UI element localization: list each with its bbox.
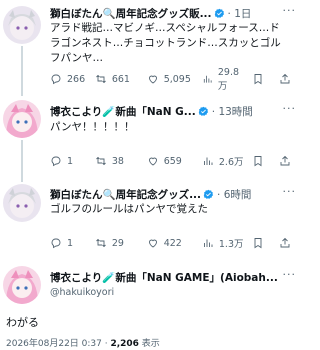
tweet-time[interactable]: · 6時間 — [217, 187, 251, 202]
retweet-count: 38 — [111, 155, 124, 167]
like-icon — [148, 239, 157, 248]
like-button[interactable]: 5,095 — [147, 73, 198, 85]
tweet-text: アラド戦記…マビノギ…スペシャルフォース…ドラゴンネスト…チョコットランド…スカ… — [50, 22, 281, 64]
retweet-button[interactable]: 29 — [95, 237, 141, 249]
like-icon — [148, 157, 157, 166]
views-count: 2.6万 — [218, 157, 244, 168]
views-icon — [203, 239, 213, 247]
views-count: 1.3万 — [218, 239, 244, 250]
reply-icon — [51, 156, 61, 167]
more-icon[interactable]: ··· — [283, 185, 297, 198]
avatar[interactable] — [3, 266, 41, 304]
thread-line — [21, 140, 23, 182]
reply-button[interactable]: 266 — [50, 73, 89, 85]
reply-count: 1 — [67, 237, 74, 249]
reply-button[interactable]: 1 — [50, 155, 89, 167]
more-icon[interactable]: ··· — [283, 102, 297, 115]
like-icon — [148, 75, 157, 84]
more-icon[interactable]: ··· — [283, 268, 297, 281]
reply-button[interactable]: 1 — [50, 237, 89, 249]
retweet-button[interactable]: 38 — [95, 155, 141, 167]
share-icon — [280, 155, 290, 166]
retweet-button[interactable]: 661 — [95, 73, 141, 85]
thread-line — [21, 46, 23, 96]
like-count: 659 — [163, 155, 182, 167]
bookmark-button[interactable] — [252, 237, 269, 249]
tweet-text: パンヤ！！！！！ — [50, 121, 135, 133]
share-icon — [280, 73, 290, 84]
verified-icon — [214, 8, 225, 19]
action-bar: 266 661 5,095 29.8万 — [50, 67, 296, 92]
tweet-header: 博衣こより🧪新曲「NaN GAME」(Aiobah... — [50, 269, 296, 285]
avatar[interactable] — [3, 100, 41, 138]
tweet-header: 獅白ぼたん🔍周年記念グッズ販... · 1日 — [50, 5, 296, 21]
views-icon — [203, 75, 212, 83]
bookmark-icon — [254, 238, 262, 249]
views-count: 2,206 — [110, 339, 139, 349]
verified-icon — [203, 189, 214, 200]
views-label: 表示 — [138, 339, 160, 349]
reply-count: 1 — [67, 155, 74, 167]
tweet-text: ゴルフのルールはパンヤで覚えた — [50, 203, 209, 215]
like-count: 422 — [163, 237, 182, 249]
main-tweet: 博衣こより🧪新曲「NaN GAME」(Aiobah... ··· @hakuik… — [0, 262, 300, 350]
retweet-icon — [96, 156, 106, 166]
views-button[interactable]: 1.3万 — [202, 236, 246, 250]
retweet-count: 661 — [111, 73, 130, 85]
views-button[interactable]: 2.6万 — [202, 154, 246, 168]
author-name[interactable]: 博衣こより🧪新曲「NaN G... — [50, 104, 196, 119]
retweet-icon — [96, 74, 106, 84]
tweet-text: わがる — [6, 316, 39, 329]
tweet-time[interactable]: · 1日 — [228, 6, 252, 21]
tweet-item[interactable]: 獅白ぼたん🔍周年記念グッズ... · 6時間 ··· ゴルフのルールはパンヤで覚… — [0, 182, 300, 262]
author-name[interactable]: 獅白ぼたん🔍周年記念グッズ販... — [50, 6, 212, 21]
bookmark-button[interactable] — [252, 73, 269, 85]
share-button[interactable] — [279, 155, 296, 167]
views-count: 29.8万 — [217, 66, 240, 92]
like-button[interactable]: 422 — [147, 237, 198, 249]
verified-icon — [198, 106, 209, 117]
tweet-timestamp[interactable]: 2026年08月22日 0:37 · 2,206 表示 — [6, 336, 160, 349]
share-button[interactable] — [279, 73, 296, 85]
reply-icon — [51, 74, 61, 85]
views-button[interactable]: 29.8万 — [202, 67, 246, 92]
author-name[interactable]: 博衣こより🧪新曲「NaN GAME」(Aiobah... — [50, 270, 278, 285]
avatar[interactable] — [3, 6, 41, 44]
share-button[interactable] — [279, 237, 296, 249]
like-count: 5,095 — [163, 73, 191, 85]
reply-count: 266 — [67, 73, 86, 85]
avatar[interactable] — [3, 184, 41, 222]
tweet-header: 博衣こより🧪新曲「NaN G... · 13時間 — [50, 103, 296, 119]
tweet-time[interactable]: · 13時間 — [212, 104, 253, 119]
author-handle[interactable]: @hakuikoyori — [50, 287, 114, 298]
action-bar: 1 38 659 2.6万 — [50, 153, 296, 169]
views-icon — [203, 157, 213, 165]
bookmark-icon — [254, 156, 262, 167]
more-icon[interactable]: ··· — [283, 4, 297, 17]
like-button[interactable]: 659 — [147, 155, 198, 167]
tweet-header: 獅白ぼたん🔍周年記念グッズ... · 6時間 — [50, 186, 296, 202]
bookmark-button[interactable] — [252, 155, 269, 167]
author-name[interactable]: 獅白ぼたん🔍周年記念グッズ... — [50, 187, 201, 202]
tweet-item[interactable]: 獅白ぼたん🔍周年記念グッズ販... · 1日 ··· アラド戦記…マビノギ…スペ… — [0, 0, 300, 96]
share-icon — [280, 237, 290, 248]
tweet-item[interactable]: 博衣こより🧪新曲「NaN G... · 13時間 ··· パンヤ！！！！！ 1 … — [0, 96, 300, 182]
action-bar: 1 29 422 1.3万 — [50, 235, 296, 251]
retweet-icon — [96, 238, 106, 248]
bookmark-icon — [254, 74, 262, 85]
retweet-count: 29 — [111, 237, 124, 249]
timestamp-text: 2026年08月22日 0:37 · — [6, 339, 111, 349]
reply-icon — [51, 238, 61, 249]
